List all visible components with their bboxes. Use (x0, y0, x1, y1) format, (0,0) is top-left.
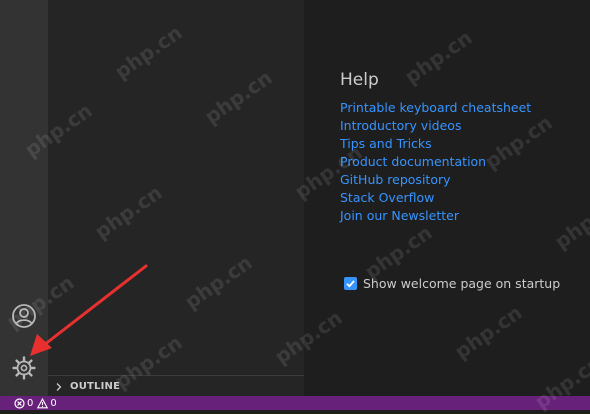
status-bar: 0 0 (0, 396, 590, 410)
warning-icon (37, 397, 49, 408)
checkmark-icon (346, 280, 355, 288)
chevron-right-icon (54, 381, 66, 393)
link-stack-overflow[interactable]: Stack Overflow (340, 190, 434, 205)
show-welcome-checkbox[interactable] (344, 277, 357, 290)
account-icon[interactable] (10, 302, 38, 330)
help-title: Help (340, 70, 379, 90)
link-product-documentation[interactable]: Product documentation (340, 154, 486, 169)
link-github-repository[interactable]: GitHub repository (340, 172, 451, 187)
outline-label: OUTLINE (70, 381, 121, 392)
show-welcome-label: Show welcome page on startup (363, 276, 561, 291)
startup-option: Show welcome page on startup (344, 276, 560, 291)
help-links: Printable keyboard cheatsheet Introducto… (340, 98, 531, 224)
link-tips-and-tricks[interactable]: Tips and Tricks (340, 136, 432, 151)
link-join-newsletter[interactable]: Join our Newsletter (340, 208, 459, 223)
welcome-page: Help Printable keyboard cheatsheet Intro… (304, 0, 590, 396)
sidebar: OUTLINE (48, 0, 304, 396)
outline-section-header[interactable]: OUTLINE (48, 375, 304, 397)
link-introductory-videos[interactable]: Introductory videos (340, 118, 461, 133)
problems-indicator[interactable]: 0 0 (14, 397, 61, 409)
activity-bar (0, 0, 48, 396)
link-printable-keyboard-cheatsheet[interactable]: Printable keyboard cheatsheet (340, 100, 531, 115)
warning-count: 0 (50, 397, 57, 409)
error-icon (14, 397, 25, 409)
gear-icon[interactable] (10, 354, 38, 382)
error-count: 0 (27, 397, 34, 409)
